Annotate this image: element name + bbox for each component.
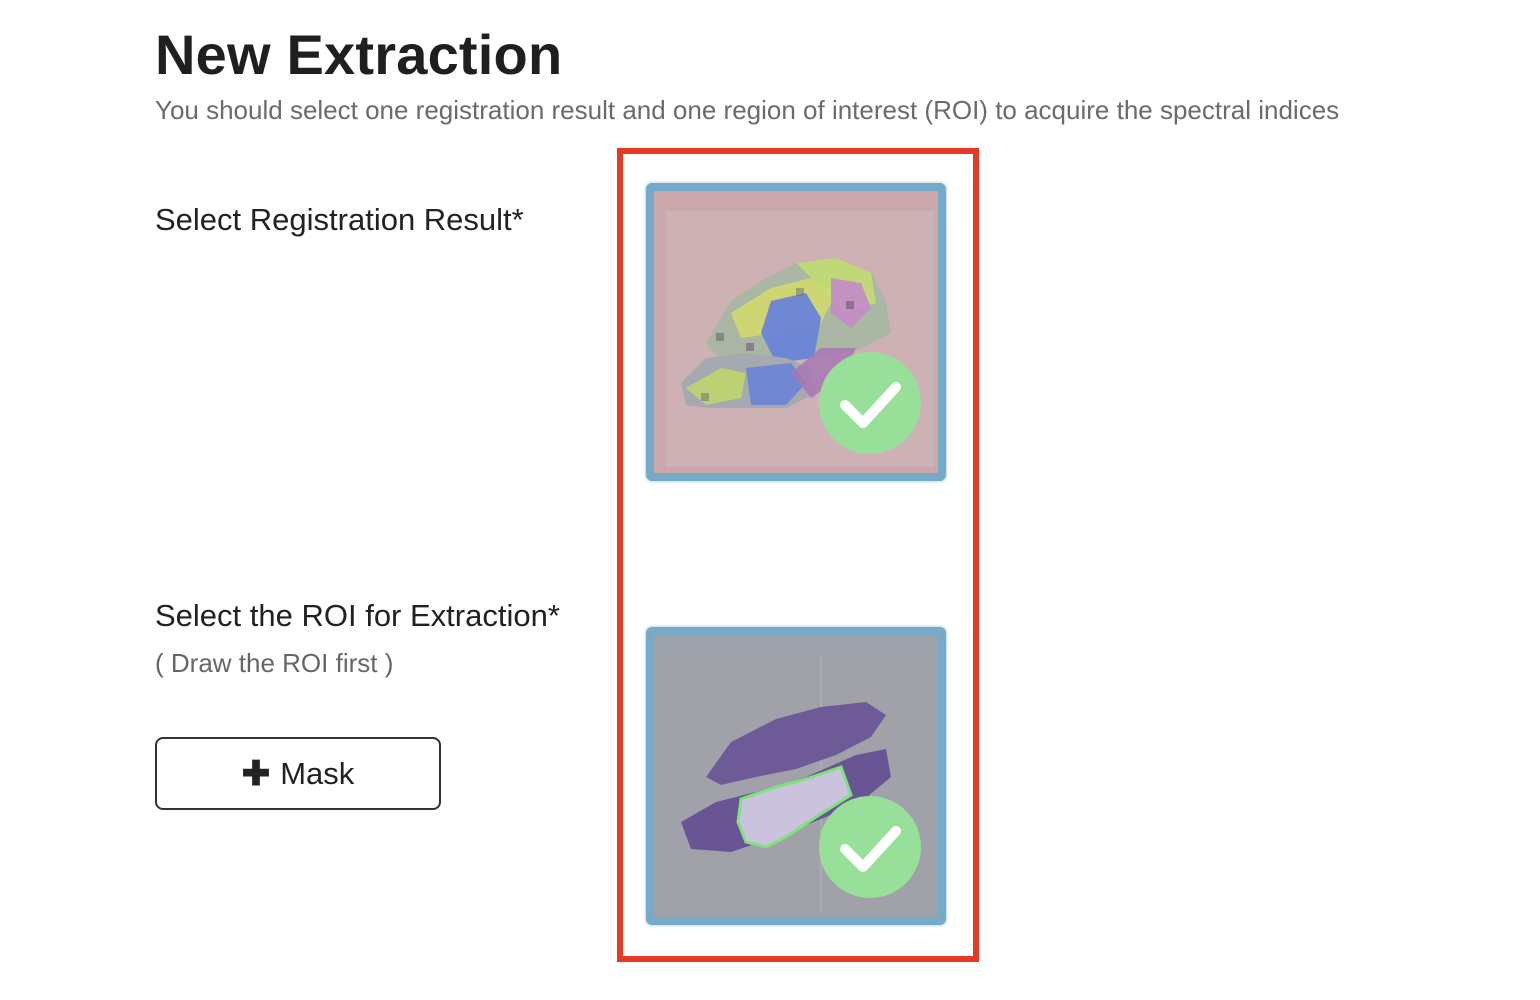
add-mask-button[interactable]: ✚ Mask: [155, 737, 441, 810]
roi-hint: ( Draw the ROI first ): [155, 648, 394, 678]
roi-overlay-image: [654, 635, 938, 917]
mask-button-label: Mask: [280, 755, 355, 791]
page-title: New Extraction: [155, 23, 563, 86]
selected-check-badge: [819, 352, 921, 454]
registration-overlay-image: [654, 191, 938, 473]
registration-label: Select Registration Result*: [155, 202, 524, 237]
roi-label: Select the ROI for Extraction*: [155, 598, 560, 633]
selected-check-badge-roi: [819, 796, 921, 898]
page-subtitle: You should select one registration resul…: [155, 95, 1340, 125]
registration-result-thumbnail[interactable]: [646, 183, 946, 481]
roi-thumbnail[interactable]: [646, 627, 946, 925]
plus-icon: ✚: [241, 754, 271, 793]
